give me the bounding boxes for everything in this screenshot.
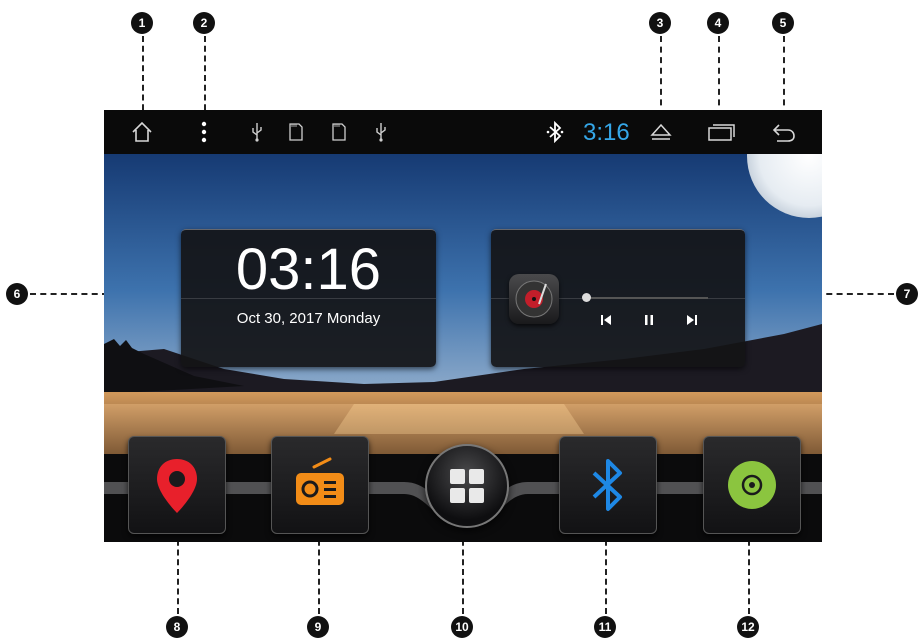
music-progress-track[interactable] [586,297,708,299]
bluetooth-button[interactable] [559,436,657,534]
callout-4: 4 [707,12,729,34]
clock-widget-divider [181,298,436,299]
radio-button[interactable] [271,436,369,534]
leader-line-11 [605,530,607,614]
callout-8: 8 [166,616,188,638]
leader-line-9 [318,530,320,614]
clock-time: 03:16 [235,237,382,302]
callout-9: 9 [307,616,329,638]
bluetooth-icon [592,459,622,511]
leader-line-1 [142,36,144,120]
callout-10: 10 [451,616,473,638]
clock-widget[interactable]: 03:16 Oct 30, 2017 Monday [181,229,436,367]
callout-12: 12 [737,616,759,638]
leader-line-12 [748,530,750,614]
music-progress-thumb[interactable] [582,293,591,302]
callout-2: 2 [193,12,215,34]
sd-card-icon [286,110,306,154]
usb-icon [247,110,267,154]
more-icon[interactable] [192,110,216,154]
leader-line-3 [660,36,662,116]
home-icon[interactable] [128,110,156,154]
callout-11: 11 [594,616,616,638]
apps-button[interactable] [425,444,509,528]
dvd-button[interactable] [703,436,801,534]
head-unit-screen: 3:16 03:16 Oct 30, 2017 Monday [104,110,822,542]
radio-icon [296,457,344,505]
callout-5: 5 [772,12,794,34]
callout-3: 3 [649,12,671,34]
music-disc-icon[interactable] [509,274,559,324]
status-clock: 3:16 [583,119,630,146]
back-icon[interactable] [770,110,798,154]
callout-1: 1 [131,12,153,34]
clock-date: Oct 30, 2017 Monday [236,310,381,327]
previous-icon[interactable] [600,314,612,329]
pause-icon[interactable] [643,314,655,329]
bluetooth-icon [544,110,566,154]
callout-6: 6 [6,283,28,305]
eject-icon[interactable] [649,110,673,154]
sd-card-icon [329,110,349,154]
music-widget[interactable] [491,229,745,367]
next-icon[interactable] [686,314,698,329]
recent-apps-icon[interactable] [706,110,736,154]
callout-7: 7 [896,283,918,305]
leader-line-5 [783,36,785,116]
dvd-icon [728,461,776,509]
usb-icon [371,110,391,154]
navigation-button[interactable] [128,436,226,534]
leader-line-2 [204,36,206,120]
status-bar: 3:16 [104,110,822,154]
apps-grid-icon [450,469,484,503]
leader-line-10 [462,530,464,614]
leader-line-4 [718,36,720,116]
leader-line-8 [177,530,179,614]
navigation-icon [157,459,197,513]
